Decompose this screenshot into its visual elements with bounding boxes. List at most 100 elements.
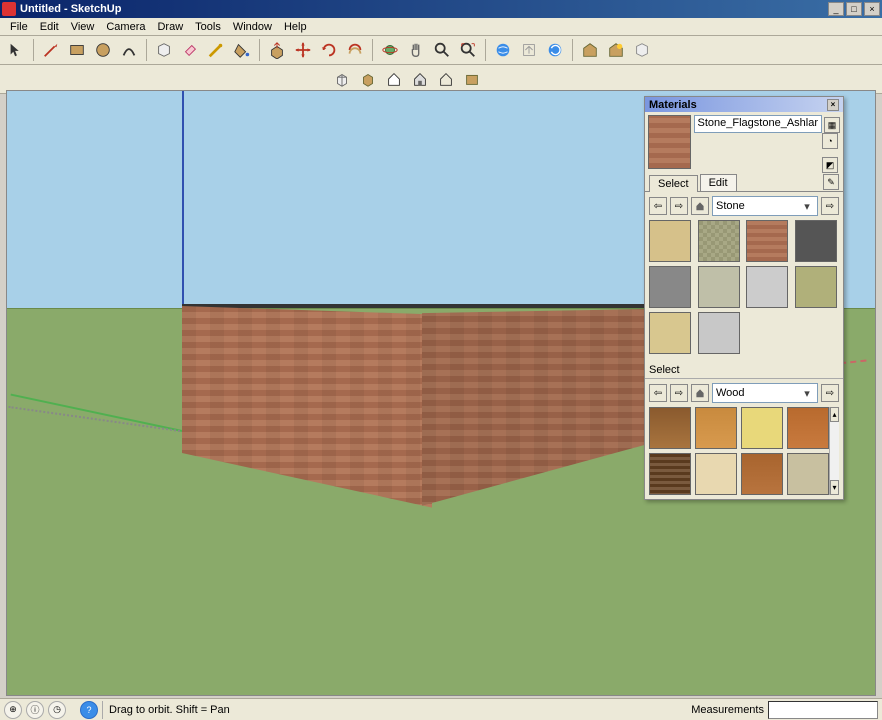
- current-material-preview[interactable]: [648, 115, 691, 169]
- menu-camera[interactable]: Camera: [100, 20, 151, 34]
- menu-tools[interactable]: Tools: [189, 20, 227, 34]
- menu-file[interactable]: File: [4, 20, 34, 34]
- minimize-button[interactable]: _: [828, 2, 844, 16]
- wood-swatch[interactable]: [695, 407, 737, 449]
- materials-panel[interactable]: Materials × Stone_Flagstone_Ashlar ▦ ◔ ◩…: [644, 96, 844, 500]
- warehouse-tool-2[interactable]: [604, 38, 628, 62]
- details-button-2[interactable]: ⇨: [821, 384, 839, 402]
- share-model-tool[interactable]: [517, 38, 541, 62]
- materials-library-stone: ⇦ ⇨ Stone ▾ ⇨: [645, 192, 843, 358]
- orbit-tool[interactable]: [378, 38, 402, 62]
- rotate-tool[interactable]: [317, 38, 341, 62]
- wood-swatch[interactable]: [787, 407, 829, 449]
- stone-swatch[interactable]: [795, 220, 837, 262]
- current-material-name[interactable]: Stone_Flagstone_Ashlar: [694, 115, 822, 133]
- claim-icon[interactable]: ◷: [48, 701, 66, 719]
- tab-select[interactable]: Select: [649, 175, 698, 192]
- wood-swatch[interactable]: [787, 453, 829, 495]
- warehouse-tool-3[interactable]: [630, 38, 654, 62]
- help-icon[interactable]: ?: [80, 701, 98, 719]
- close-button[interactable]: ×: [864, 2, 880, 16]
- eyedropper-button[interactable]: ◔: [822, 133, 838, 149]
- scroll-track[interactable]: [830, 422, 839, 480]
- offset-tool[interactable]: [343, 38, 367, 62]
- menu-edit[interactable]: Edit: [34, 20, 65, 34]
- wood-swatch-grid: [649, 407, 829, 495]
- stone-swatch[interactable]: [746, 220, 788, 262]
- stone-swatch[interactable]: [746, 266, 788, 308]
- select-tool[interactable]: [4, 38, 28, 62]
- nav-forward-button[interactable]: ⇨: [670, 197, 688, 215]
- model-face-right[interactable]: [422, 309, 647, 514]
- nav-home-button[interactable]: [691, 197, 709, 215]
- get-models-tool[interactable]: [491, 38, 515, 62]
- push-pull-tool[interactable]: [265, 38, 289, 62]
- menu-view[interactable]: View: [65, 20, 101, 34]
- scroll-down-button[interactable]: ▾: [830, 480, 839, 495]
- zoom-extents-tool[interactable]: [456, 38, 480, 62]
- toolbar-divider: [572, 39, 573, 61]
- nav-back-button-2[interactable]: ⇦: [649, 384, 667, 402]
- materials-panel-title-bar[interactable]: Materials ×: [645, 97, 843, 112]
- geo-location-icon[interactable]: ⊕: [4, 701, 22, 719]
- credits-icon[interactable]: ⓘ: [26, 701, 44, 719]
- stone-swatch[interactable]: [698, 266, 740, 308]
- arc-tool[interactable]: [117, 38, 141, 62]
- measurements-label: Measurements: [691, 704, 764, 716]
- stone-swatch[interactable]: [649, 312, 691, 354]
- status-hint: Drag to orbit. Shift = Pan: [102, 701, 687, 719]
- eraser-tool[interactable]: [178, 38, 202, 62]
- sample-paint-button[interactable]: ✎: [823, 174, 839, 190]
- tab-edit[interactable]: Edit: [700, 174, 737, 191]
- wood-scrollbar[interactable]: ▴ ▾: [829, 407, 839, 495]
- circle-tool[interactable]: [91, 38, 115, 62]
- move-tool[interactable]: [291, 38, 315, 62]
- menu-window[interactable]: Window: [227, 20, 278, 34]
- menu-draw[interactable]: Draw: [151, 20, 189, 34]
- style-front-tool[interactable]: [356, 67, 380, 91]
- stone-swatch[interactable]: [649, 266, 691, 308]
- nav-forward-button-2[interactable]: ⇨: [670, 384, 688, 402]
- stone-swatch[interactable]: [698, 220, 740, 262]
- line-tool[interactable]: [39, 38, 63, 62]
- stone-swatch-grid: [649, 220, 839, 354]
- pan-tool[interactable]: [404, 38, 428, 62]
- stone-swatch[interactable]: [649, 220, 691, 262]
- wood-swatch[interactable]: [741, 407, 783, 449]
- model-face-left[interactable]: [182, 306, 432, 516]
- toolbar-divider: [372, 39, 373, 61]
- wood-swatch[interactable]: [695, 453, 737, 495]
- style-house1-tool[interactable]: [382, 67, 406, 91]
- panel-close-button[interactable]: ×: [827, 99, 839, 111]
- nav-home-button-2[interactable]: [691, 384, 709, 402]
- tape-measure-tool[interactable]: [204, 38, 228, 62]
- style-iso-tool[interactable]: [330, 67, 354, 91]
- zoom-tool[interactable]: [430, 38, 454, 62]
- maximize-button[interactable]: □: [846, 2, 862, 16]
- nav-back-button[interactable]: ⇦: [649, 197, 667, 215]
- wood-swatch[interactable]: [741, 453, 783, 495]
- category-dropdown-stone[interactable]: Stone ▾: [712, 196, 818, 216]
- menu-help[interactable]: Help: [278, 20, 313, 34]
- toolbar-divider: [146, 39, 147, 61]
- style-house2-tool[interactable]: [408, 67, 432, 91]
- category-dropdown-wood[interactable]: Wood ▾: [712, 383, 818, 403]
- warehouse-tool-1[interactable]: [578, 38, 602, 62]
- style-house3-tool[interactable]: [434, 67, 458, 91]
- stone-swatch[interactable]: [698, 312, 740, 354]
- default-material-button[interactable]: ◩: [822, 157, 838, 173]
- toolbar-divider: [485, 39, 486, 61]
- details-button[interactable]: ⇨: [821, 197, 839, 215]
- scroll-up-button[interactable]: ▴: [830, 407, 839, 422]
- wood-swatch[interactable]: [649, 407, 691, 449]
- app-icon: [2, 2, 16, 16]
- paint-bucket-tool[interactable]: [230, 38, 254, 62]
- category-label: Wood: [716, 387, 800, 399]
- wood-swatch[interactable]: [649, 453, 691, 495]
- make-component-tool[interactable]: [152, 38, 176, 62]
- measurements-input[interactable]: [768, 701, 878, 719]
- rectangle-tool[interactable]: [65, 38, 89, 62]
- style-flat-tool[interactable]: [460, 67, 484, 91]
- stone-swatch[interactable]: [795, 266, 837, 308]
- refresh-tool[interactable]: [543, 38, 567, 62]
